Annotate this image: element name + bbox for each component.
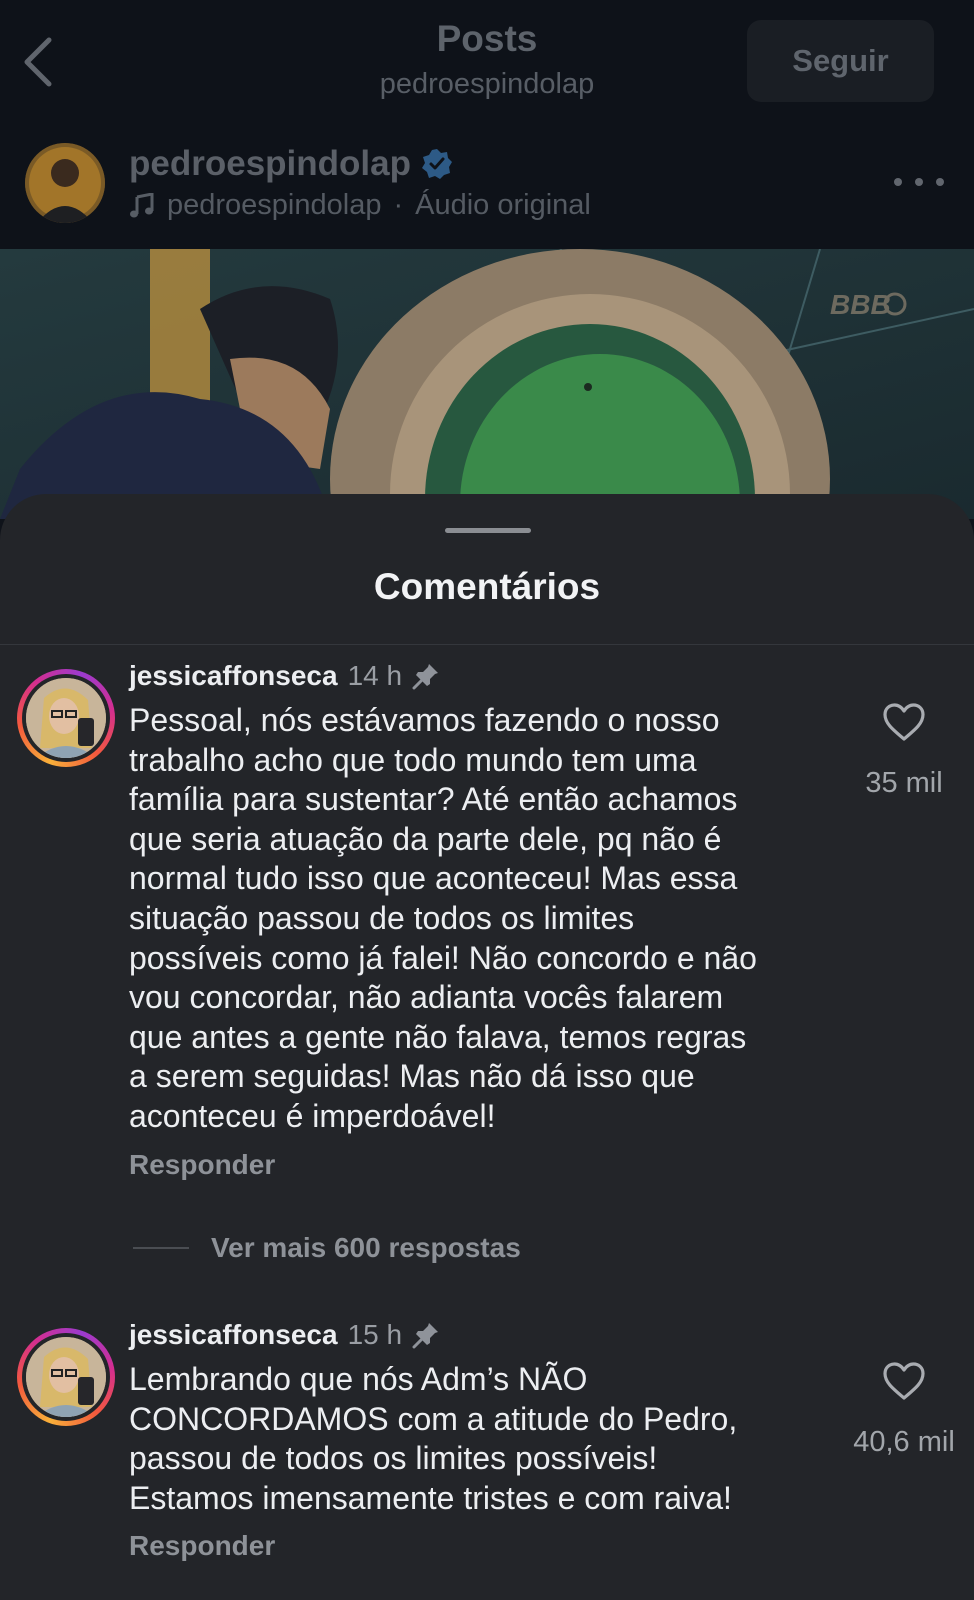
post-author[interactable]: pedroespindolap <box>129 144 453 184</box>
more-horizontal-icon-dot <box>915 178 923 186</box>
audio-username: pedroespindolap <box>167 189 382 221</box>
comment-header: jessicaffonseca 15 h <box>129 1319 440 1351</box>
like-button[interactable] <box>882 702 926 742</box>
verified-badge-icon <box>421 149 452 179</box>
music-note-icon <box>130 192 154 217</box>
post-author-avatar[interactable] <box>25 143 105 223</box>
like-count: 35 mil <box>865 767 943 799</box>
comment-time: 14 h <box>347 660 403 691</box>
comments-sheet: Comentários jessicaffonseca 14 h Pessoal… <box>0 494 974 1600</box>
replies-divider-line <box>133 1247 189 1249</box>
post-header: Posts pedroespindolap Seguir pedroespind… <box>0 0 974 249</box>
comment-header: jessicaffonseca 14 h <box>129 660 440 692</box>
audio-separator: · <box>393 189 404 221</box>
heart-outline-icon <box>883 703 925 741</box>
comment-username[interactable]: jessicaffonseca <box>129 660 338 692</box>
commenter-avatar[interactable] <box>17 1328 115 1426</box>
more-options-button[interactable] <box>894 170 944 194</box>
comment-time: 15 h <box>347 1319 403 1350</box>
heart-outline-icon <box>883 1362 925 1400</box>
post-video-preview[interactable]: BBB <box>0 249 974 519</box>
divider <box>0 644 974 645</box>
more-horizontal-icon-dot <box>894 178 902 186</box>
sheet-drag-handle[interactable] <box>445 528 531 533</box>
commenter-avatar[interactable] <box>17 669 115 767</box>
more-horizontal-icon-dot <box>936 178 944 186</box>
audio-label: Áudio original <box>415 189 591 221</box>
post-author-username: pedroespindolap <box>129 144 411 183</box>
comments-title: Comentários <box>373 566 601 607</box>
view-more-replies-label: Ver mais 600 respostas <box>211 1232 521 1263</box>
view-more-replies-button[interactable]: Ver mais 600 respostas <box>133 1232 521 1264</box>
pin-icon <box>412 1323 439 1349</box>
comment-text: Pessoal, nós estávamos fazendo o nosso t… <box>129 702 757 1134</box>
audio-link[interactable]: pedroespindolap · Áudio original <box>129 189 591 222</box>
comment-username[interactable]: jessicaffonseca <box>129 1319 338 1351</box>
reply-button[interactable]: Responder <box>129 1530 275 1562</box>
comment-text: Lembrando que nós Adm’s NÃO CONCORDAMOS … <box>129 1361 738 1516</box>
reply-button[interactable]: Responder <box>129 1149 275 1181</box>
like-count: 40,6 mil <box>853 1426 955 1458</box>
media-badge-text: BBB <box>830 289 891 320</box>
pin-icon <box>412 664 439 690</box>
follow-button[interactable]: Seguir <box>747 20 934 102</box>
like-button[interactable] <box>882 1361 926 1401</box>
